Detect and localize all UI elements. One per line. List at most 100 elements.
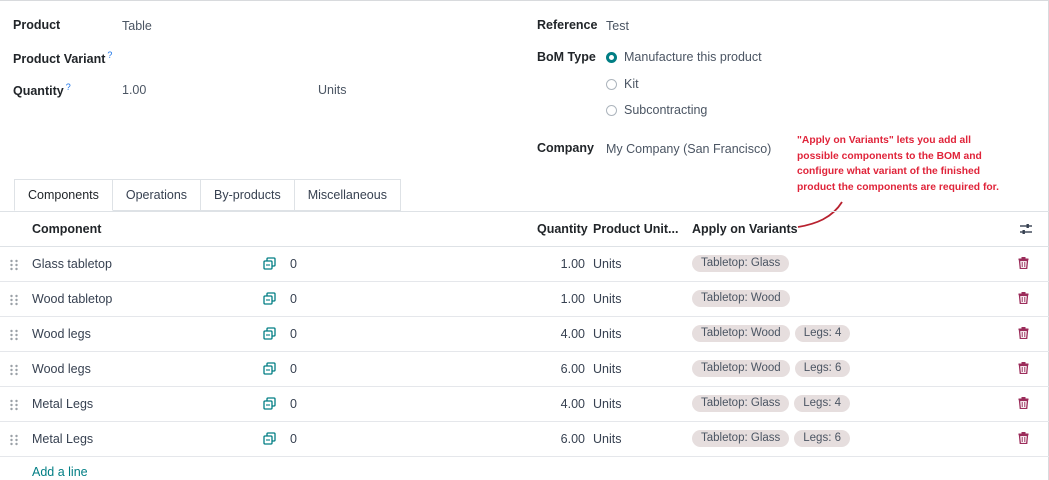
copy-icon[interactable] [263, 362, 276, 375]
drag-handle-icon[interactable] [10, 329, 18, 341]
product-unit-cell[interactable]: Units [593, 362, 621, 376]
quantity-cell[interactable]: 4.00 [561, 327, 585, 341]
copy-icon[interactable] [263, 432, 276, 445]
apply-on-variants-cell[interactable]: Tabletop: Wood Legs: 6 [692, 360, 855, 377]
product-variant-label: Product Variant? [13, 50, 112, 66]
tab-miscellaneous[interactable]: Miscellaneous [294, 179, 401, 211]
variant-tag[interactable]: Tabletop: Glass [692, 430, 790, 447]
product-variant-help-icon[interactable]: ? [107, 50, 112, 60]
trash-icon[interactable] [1018, 397, 1029, 409]
variant-tag[interactable]: Legs: 6 [794, 360, 851, 377]
table-row[interactable]: Wood legs 0 6.00 Units Tabletop: Wood Legs: 6 [0, 352, 1049, 387]
column-header-quantity[interactable]: Quantity [537, 222, 588, 236]
product-unit-cell[interactable]: Units [593, 397, 621, 411]
reference-label: Reference [537, 18, 598, 32]
bom-type-option-kit[interactable]: Kit [606, 77, 639, 91]
copy-icon[interactable] [263, 257, 276, 270]
apply-on-variants-cell[interactable]: Tabletop: Wood Legs: 4 [692, 325, 855, 342]
annotation-arrow [797, 201, 843, 228]
bom-type-option-manufacture[interactable]: Manufacture this product [606, 50, 762, 64]
table-row[interactable]: Metal Legs 0 4.00 Units Tabletop: Glass Legs:… [0, 387, 1049, 422]
quantity-cell[interactable]: 6.00 [561, 362, 585, 376]
quantity-help-icon[interactable]: ? [66, 82, 71, 92]
drag-handle-icon[interactable] [10, 399, 18, 411]
optional-columns-icon[interactable] [1019, 222, 1033, 236]
drag-handle-icon[interactable] [10, 294, 18, 306]
operation-count-cell: 0 [290, 292, 297, 306]
tab-components[interactable]: Components [14, 179, 113, 211]
component-cell[interactable]: Metal Legs [32, 397, 93, 411]
variant-tag[interactable]: Tabletop: Wood [692, 290, 790, 307]
table-row[interactable]: Metal Legs 0 6.00 Units Tabletop: Glass Legs:… [0, 422, 1049, 457]
product-unit-cell[interactable]: Units [593, 432, 621, 446]
component-cell[interactable]: Glass tabletop [32, 257, 112, 271]
product-variant-label-text: Product Variant [13, 52, 106, 67]
bom-type-option-subcontracting[interactable]: Subcontracting [606, 103, 707, 117]
copy-icon[interactable] [263, 292, 276, 305]
variant-tag[interactable]: Legs: 6 [794, 430, 850, 447]
operation-count-cell: 0 [290, 397, 297, 411]
copy-icon[interactable] [263, 327, 276, 340]
component-cell[interactable]: Wood legs [32, 327, 91, 341]
add-a-line-link[interactable]: Add a line [32, 465, 88, 479]
bom-type-label: BoM Type [537, 50, 596, 64]
radio-unchecked-icon[interactable] [606, 78, 617, 90]
operation-count-cell: 0 [290, 327, 297, 341]
quantity-label-text: Quantity [13, 84, 64, 99]
trash-icon[interactable] [1018, 362, 1029, 374]
bom-type-option-label: Kit [624, 77, 639, 91]
tab-by-products[interactable]: By-products [201, 179, 295, 211]
apply-on-variants-cell[interactable]: Tabletop: Glass Legs: 4 [692, 395, 855, 412]
drag-handle-icon[interactable] [10, 434, 18, 446]
company-label: Company [537, 141, 594, 155]
column-header-component[interactable]: Component [32, 222, 101, 236]
trash-icon[interactable] [1018, 257, 1029, 269]
component-cell[interactable]: Metal Legs [32, 432, 93, 446]
bom-type-option-label: Subcontracting [624, 103, 708, 117]
component-cell[interactable]: Wood legs [32, 362, 91, 376]
trash-icon[interactable] [1018, 327, 1029, 339]
trash-icon[interactable] [1018, 292, 1029, 304]
variant-tag[interactable]: Legs: 4 [794, 395, 850, 412]
column-header-product-unit[interactable]: Product Unit... [593, 222, 678, 236]
quantity-uom-field[interactable]: Units [318, 83, 346, 97]
apply-on-variants-cell[interactable]: Tabletop: Glass [692, 255, 794, 272]
copy-icon[interactable] [263, 397, 276, 410]
drag-handle-icon[interactable] [10, 259, 18, 271]
table-row[interactable]: Wood legs 0 4.00 Units Tabletop: Wood Legs: 4 [0, 317, 1049, 352]
variant-tag[interactable]: Legs: 4 [794, 325, 851, 342]
variant-tag[interactable]: Tabletop: Wood [692, 325, 790, 342]
radio-checked-icon[interactable] [606, 51, 617, 63]
table-row[interactable]: Glass tabletop 0 1.00 Units Tabletop: Glass [0, 247, 1049, 282]
bom-type-option-label: Manufacture this product [624, 50, 762, 64]
variant-tag[interactable]: Tabletop: Wood [692, 360, 790, 377]
operation-count-cell: 0 [290, 432, 297, 446]
quantity-cell[interactable]: 4.00 [561, 397, 585, 411]
variant-tag[interactable]: Tabletop: Glass [692, 395, 790, 412]
trash-icon[interactable] [1018, 432, 1029, 444]
apply-on-variants-cell[interactable]: Tabletop: Glass Legs: 6 [692, 430, 855, 447]
product-unit-cell[interactable]: Units [593, 327, 621, 341]
quantity-field[interactable]: 1.00 [122, 83, 146, 97]
operation-count-cell: 0 [290, 362, 297, 376]
quantity-cell[interactable]: 6.00 [561, 432, 585, 446]
radio-unchecked-icon[interactable] [606, 104, 617, 116]
product-unit-cell[interactable]: Units [593, 292, 621, 306]
drag-handle-icon[interactable] [10, 364, 18, 376]
table-row[interactable]: Wood tabletop 0 1.00 Units Tabletop: Wood [0, 282, 1049, 317]
company-field[interactable]: My Company (San Francisco) [606, 142, 771, 156]
notebook-tabs: Components Operations By-products Miscel… [14, 179, 401, 211]
product-field[interactable]: Table [122, 19, 152, 33]
quantity-cell[interactable]: 1.00 [561, 257, 585, 271]
quantity-cell[interactable]: 1.00 [561, 292, 585, 306]
quantity-label: Quantity? [13, 82, 71, 98]
apply-on-variants-cell[interactable]: Tabletop: Wood [692, 290, 795, 307]
reference-field[interactable]: Test [606, 19, 629, 33]
product-unit-cell[interactable]: Units [593, 257, 621, 271]
tab-operations[interactable]: Operations [112, 179, 202, 211]
component-cell[interactable]: Wood tabletop [32, 292, 112, 306]
variant-tag[interactable]: Tabletop: Glass [692, 255, 790, 272]
column-header-apply-on-variants[interactable]: Apply on Variants [692, 222, 798, 236]
product-label: Product [13, 18, 61, 32]
table-top-border [0, 211, 1049, 212]
